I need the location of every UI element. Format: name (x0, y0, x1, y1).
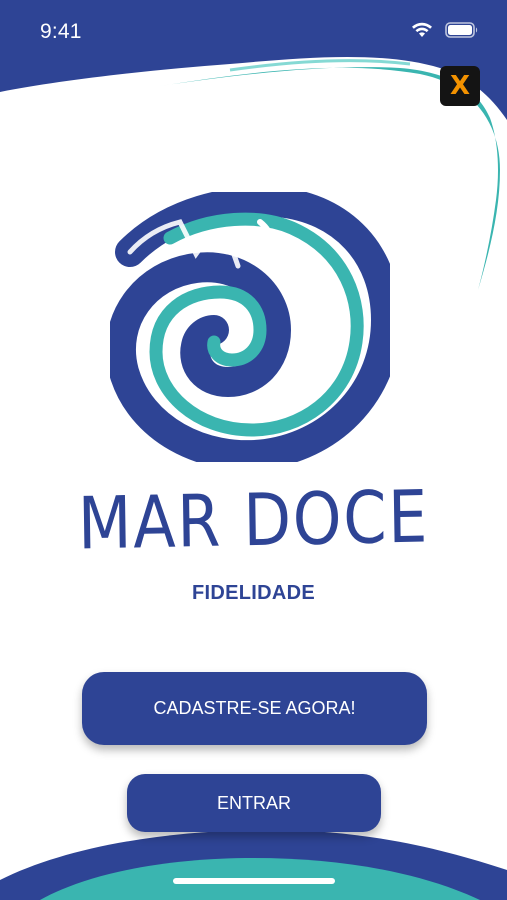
x-badge-glyph: X (449, 71, 471, 101)
brand-name: MAR DOCE (77, 474, 430, 566)
enter-button[interactable]: ENTRAR (127, 774, 381, 832)
wifi-icon (412, 22, 432, 37)
brand-subtitle: FIDELIDADE (192, 582, 315, 604)
enter-button-label: ENTRAR (216, 792, 291, 813)
register-button[interactable]: CADASTRE-SE AGORA! (82, 672, 427, 745)
status-icons (411, 22, 479, 38)
x-app-badge-icon[interactable]: X (440, 66, 480, 106)
brand-logo-swirl (110, 192, 390, 462)
register-button-label: CADASTRE-SE AGORA! (153, 698, 356, 718)
battery-icon (445, 22, 478, 38)
status-bar: 9:41 (0, 0, 507, 64)
home-indicator (173, 878, 335, 884)
status-time: 9:41 (40, 20, 82, 43)
